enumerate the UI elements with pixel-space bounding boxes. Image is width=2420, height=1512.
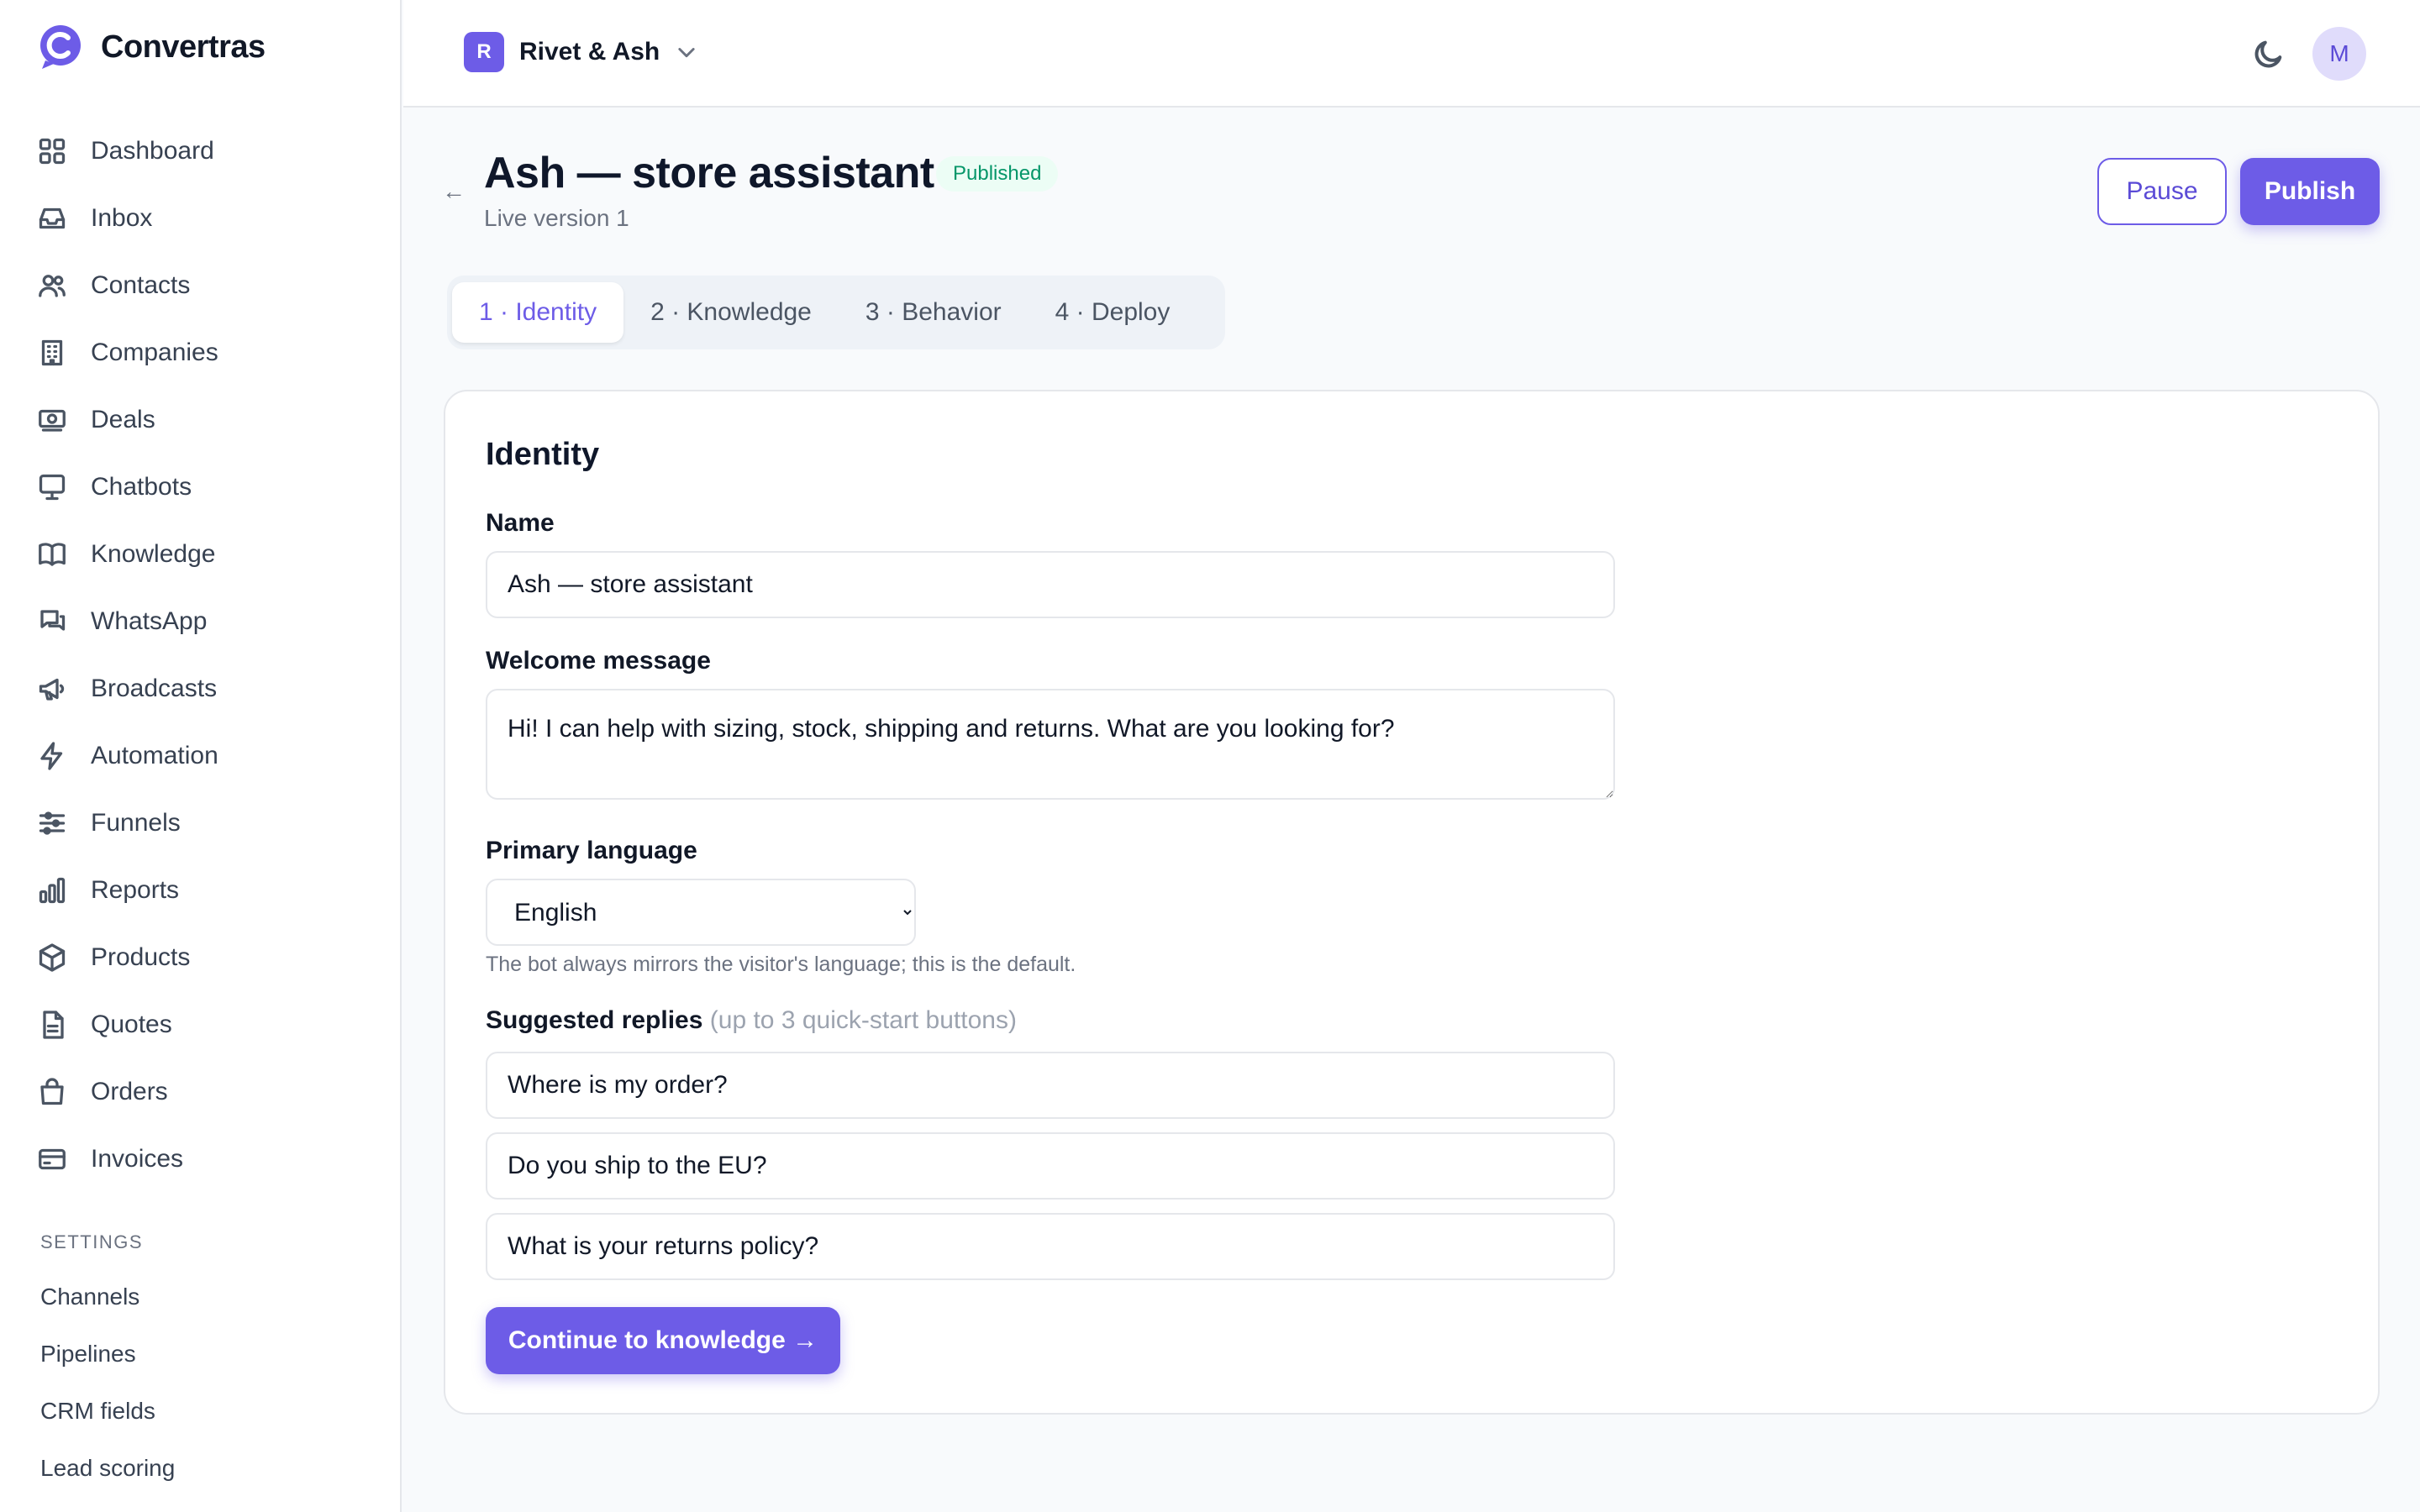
suggested-reply-input[interactable] [486, 1132, 1615, 1200]
sidebar-item-knowledge[interactable]: Knowledge [37, 521, 373, 588]
welcome-message-textarea[interactable]: Hi! I can help with sizing, stock, shipp… [486, 689, 1615, 800]
settings-item-pipelines[interactable]: Pipelines [40, 1326, 175, 1383]
sidebar-item-quotes[interactable]: Quotes [37, 991, 373, 1058]
sidebar-item-label: Inbox [91, 204, 153, 232]
book-icon [39, 543, 66, 566]
sidebar-item-label: Orders [91, 1078, 168, 1105]
sidebar-item-label: Invoices [91, 1145, 184, 1173]
sidebar: Convertras Dashboard Inbox Contacts Comp… [0, 0, 402, 1512]
sidebar-item-label: Chatbots [91, 473, 192, 501]
sidebar-item-label: Funnels [91, 809, 181, 837]
publish-button[interactable]: Publish [2240, 158, 2380, 225]
sidebar-item-dashboard[interactable]: Dashboard [37, 118, 373, 185]
sidebar-nav: Dashboard Inbox Contacts Companies Deals… [37, 118, 373, 1193]
workspace-name: Rivet & Ash [519, 38, 660, 66]
page-subtitle: Live version 1 [484, 205, 629, 231]
chevron-down-icon [678, 48, 695, 58]
status-badge: Published [936, 156, 1059, 192]
brand[interactable]: Convertras [37, 24, 266, 71]
sidebar-item-contacts[interactable]: Contacts [37, 252, 373, 319]
avatar[interactable]: M [2312, 27, 2366, 81]
sidebar-item-label: Companies [91, 339, 218, 366]
sidebar-item-label: Knowledge [91, 540, 216, 568]
settings-item-channels[interactable]: Channels [40, 1268, 175, 1326]
sidebar-item-invoices[interactable]: Invoices [37, 1126, 373, 1193]
sidebar-item-whatsapp[interactable]: WhatsApp [37, 588, 373, 655]
sidebar-item-label: Reports [91, 876, 180, 904]
step-tabs: 1 · Identity 2 · Knowledge 3 · Behavior … [447, 276, 1225, 349]
sidebar-item-label: WhatsApp [91, 607, 208, 635]
sidebar-item-reports[interactable]: Reports [37, 857, 373, 924]
money-icon [39, 409, 66, 432]
pause-button[interactable]: Pause [2097, 158, 2227, 225]
page-title: Ash — store assistant [484, 149, 934, 197]
bar-chart-icon [39, 877, 66, 904]
sidebar-item-label: Broadcasts [91, 675, 218, 702]
replies-label-text: Suggested replies [486, 1006, 703, 1034]
sidebar-item-broadcasts[interactable]: Broadcasts [37, 655, 373, 722]
name-label: Name [486, 509, 555, 537]
workspace-switcher[interactable]: R Rivet & Ash [464, 32, 698, 72]
sidebar-item-deals[interactable]: Deals [37, 386, 373, 454]
bag-icon [40, 1078, 64, 1105]
sidebar-item-chatbots[interactable]: Chatbots [37, 454, 373, 521]
sidebar-item-products[interactable]: Products [37, 924, 373, 991]
workspace-badge: R [464, 32, 504, 72]
tab-identity[interactable]: 1 · Identity [452, 282, 624, 343]
replies-label: Suggested replies (up to 3 quick-start b… [486, 1006, 1017, 1035]
sidebar-item-funnels[interactable]: Funnels [37, 790, 373, 857]
sidebar-item-automation[interactable]: Automation [37, 722, 373, 790]
identity-card: Identity Name Welcome message Hi! I can … [444, 390, 2380, 1415]
tab-behavior[interactable]: 3 · Behavior [839, 282, 1028, 343]
monitor-icon [39, 474, 66, 501]
sliders-icon [39, 811, 66, 835]
back-arrow-icon[interactable]: ← [442, 178, 466, 205]
settings-heading: SETTINGS [40, 1231, 144, 1252]
file-icon [43, 1011, 64, 1039]
moon-icon[interactable] [2252, 37, 2286, 71]
tab-deploy[interactable]: 4 · Deploy [1028, 282, 1197, 343]
sidebar-item-orders[interactable]: Orders [37, 1058, 373, 1126]
replies-hint: (up to 3 quick-start buttons) [709, 1006, 1017, 1034]
sidebar-item-companies[interactable]: Companies [37, 319, 373, 386]
settings-list: Channels Pipelines CRM fields Lead scori… [40, 1268, 175, 1497]
settings-item-lead-scoring[interactable]: Lead scoring [40, 1440, 175, 1497]
sidebar-item-label: Quotes [91, 1011, 172, 1038]
suggested-reply-input[interactable] [486, 1052, 1615, 1119]
box-icon [39, 943, 66, 972]
language-label: Primary language [486, 837, 697, 864]
grid-icon [39, 138, 66, 165]
inbox-icon [39, 207, 66, 229]
sidebar-item-label: Dashboard [91, 137, 214, 165]
bolt-icon [40, 742, 63, 770]
suggested-reply-input[interactable] [486, 1213, 1615, 1280]
welcome-label: Welcome message [486, 647, 711, 675]
building-icon [41, 339, 63, 366]
language-select[interactable]: English [486, 879, 916, 946]
brand-name: Convertras [101, 29, 266, 65]
sidebar-item-label: Products [91, 943, 191, 971]
sidebar-item-label: Automation [91, 742, 218, 769]
sidebar-item-label: Deals [91, 406, 155, 433]
chat-icon [40, 610, 66, 631]
language-helper: The bot always mirrors the visitor's lan… [486, 953, 1076, 976]
megaphone-icon [39, 678, 65, 701]
c-logo-icon [40, 25, 81, 69]
sidebar-item-label: Contacts [91, 271, 191, 299]
tab-knowledge[interactable]: 2 · Knowledge [623, 282, 839, 343]
name-input[interactable] [486, 551, 1615, 618]
users-icon [39, 275, 66, 297]
card-title: Identity [486, 437, 600, 472]
settings-item-crm-fields[interactable]: CRM fields [40, 1383, 175, 1440]
sidebar-item-inbox[interactable]: Inbox [37, 185, 373, 252]
card-icon [39, 1148, 66, 1170]
continue-to-knowledge-button[interactable]: Continue to knowledge → [486, 1307, 840, 1374]
topbar: R Rivet & Ash M [403, 0, 2420, 108]
